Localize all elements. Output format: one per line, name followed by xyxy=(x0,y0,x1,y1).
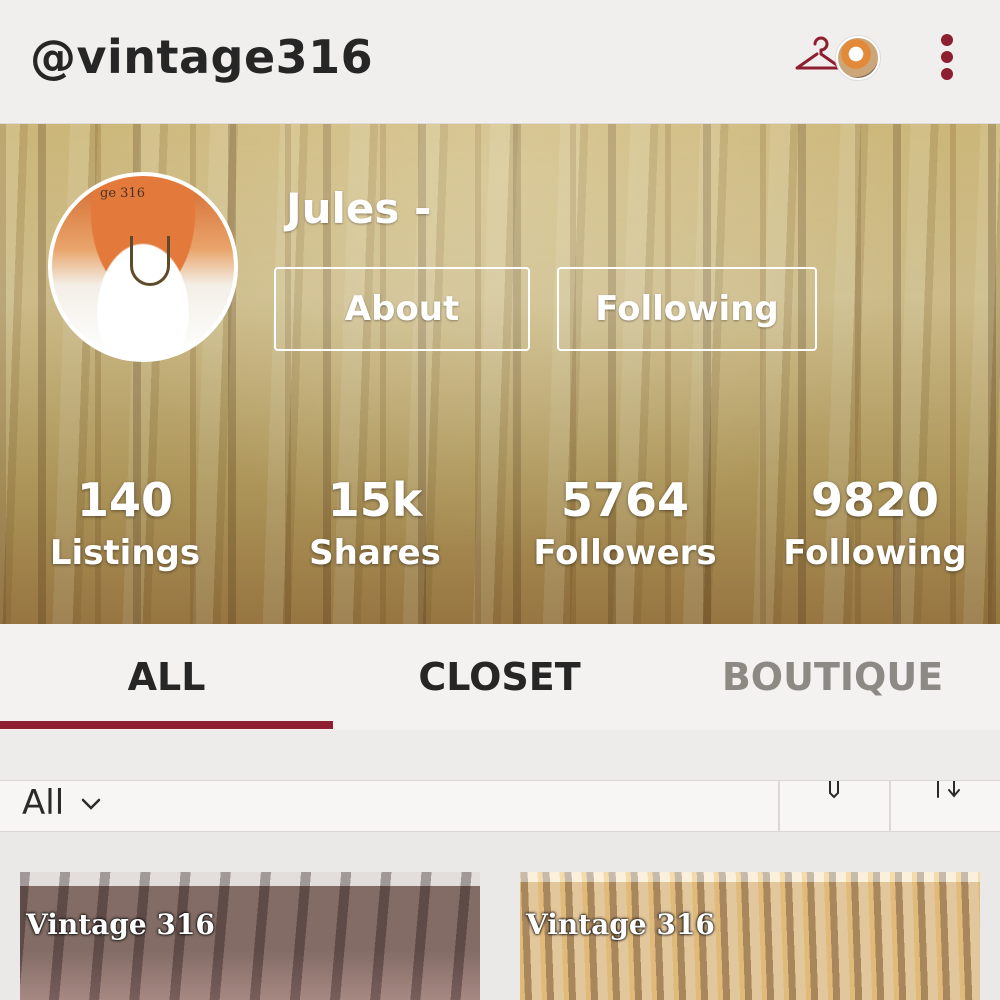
stat-label: Following xyxy=(783,533,967,573)
category-filter-dropdown[interactable]: All xyxy=(22,783,64,823)
following-button[interactable]: Following xyxy=(557,267,817,351)
profile-picture-watermark: ge 316 xyxy=(100,186,145,201)
stat-label: Shares xyxy=(309,533,441,573)
filter-divider xyxy=(778,781,780,833)
stat-value: 15k xyxy=(327,473,423,527)
stat-listings[interactable]: 140 Listings xyxy=(15,472,235,578)
stat-following[interactable]: 9820 Following xyxy=(765,472,985,578)
stat-value: 5764 xyxy=(560,473,690,527)
filter-icon[interactable] xyxy=(826,781,842,799)
stat-shares[interactable]: 15k Shares xyxy=(265,472,485,578)
tab-all[interactable]: ALL xyxy=(0,624,333,730)
profile-cover: ge 316 Jules - About Following 140 Listi… xyxy=(0,124,1000,624)
active-tab-indicator xyxy=(0,721,333,729)
tab-closet[interactable]: CLOSET xyxy=(333,624,666,730)
sort-icon[interactable] xyxy=(930,781,970,799)
necklace-graphic xyxy=(130,236,170,286)
sort-divider xyxy=(889,781,891,833)
closet-tabs: ALL CLOSET BOUTIQUE xyxy=(0,624,1000,730)
listing-card[interactable]: Vintage 316 xyxy=(20,872,480,1000)
listing-card[interactable]: Vintage 316 xyxy=(520,872,980,1000)
profile-name: Jules - xyxy=(286,184,432,233)
app-top-bar: @vintage316 xyxy=(0,0,1000,124)
filter-bar: All xyxy=(0,780,1000,833)
closet-handle: @vintage316 xyxy=(30,30,374,84)
avatar[interactable] xyxy=(836,36,880,80)
section-spacer xyxy=(0,730,1000,780)
tab-boutique[interactable]: BOUTIQUE xyxy=(666,624,999,730)
stat-value: 9820 xyxy=(810,473,940,527)
stat-followers[interactable]: 5764 Followers xyxy=(515,472,735,578)
profile-picture[interactable]: ge 316 xyxy=(48,172,238,362)
stat-value: 140 xyxy=(76,473,174,527)
listing-watermark: Vintage 316 xyxy=(26,908,215,941)
stat-label: Listings xyxy=(49,533,201,573)
about-button[interactable]: About xyxy=(274,267,530,351)
kebab-menu-icon[interactable] xyxy=(936,34,958,84)
stat-label: Followers xyxy=(533,533,717,573)
listing-watermark: Vintage 316 xyxy=(526,908,715,941)
chevron-down-icon[interactable] xyxy=(80,796,102,812)
